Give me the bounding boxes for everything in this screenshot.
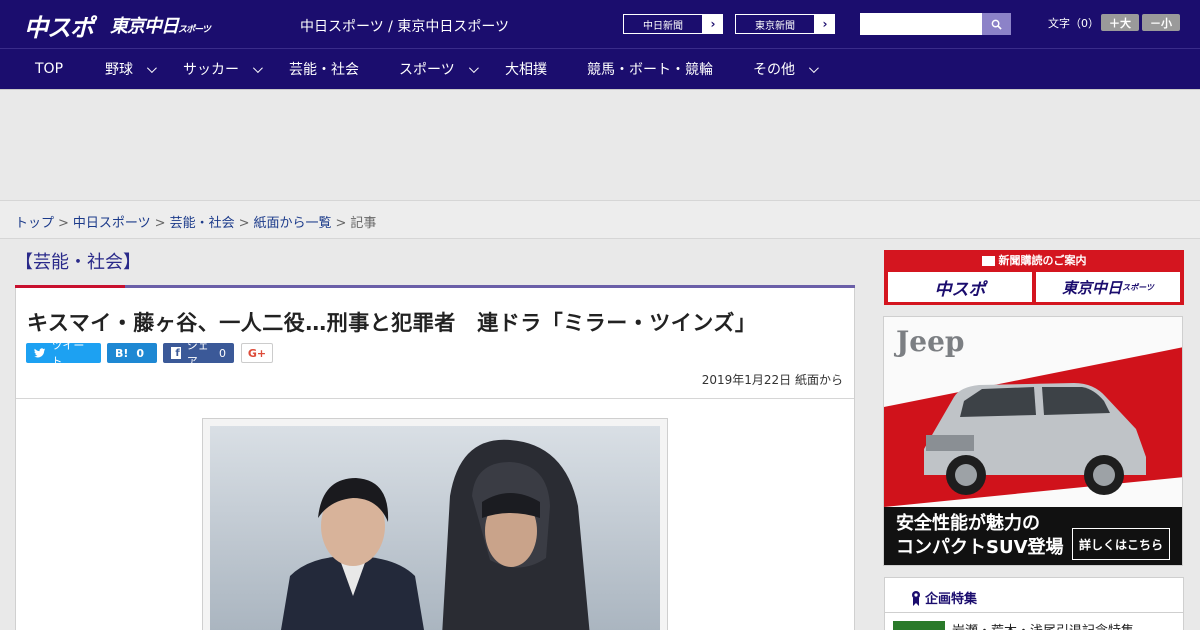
nav-item-label: スポーツ: [399, 62, 455, 78]
nav-item-label: TOP: [35, 61, 64, 77]
subscription-chuspo-logo[interactable]: 中スポ: [888, 272, 1032, 302]
breadcrumb-separator: >: [154, 216, 166, 231]
subscription-title: 新聞購読のご案内: [884, 252, 1184, 268]
hatena-count: 0: [136, 346, 145, 360]
nav-item-label: 競馬・ボート・競輪: [587, 62, 713, 78]
search-button[interactable]: [982, 13, 1011, 35]
chevron-right-icon: ›: [703, 14, 723, 34]
tokyo-shimbun-button[interactable]: 東京新聞 ›: [734, 13, 836, 35]
subscription-tokyo-chunichi-small: スポーツ: [1122, 282, 1154, 292]
nav-item-sports[interactable]: スポーツ: [399, 49, 479, 89]
article-date: 2019年1月22日 紙面から: [701, 373, 843, 387]
nav-item-label: 芸能・社会: [289, 62, 359, 78]
font-size-up-button[interactable]: ＋大: [1101, 14, 1139, 31]
ad-band: [0, 90, 1200, 200]
chunichi-shimbun-label: 中日新聞: [623, 14, 703, 34]
tokyo-shimbun-label: 東京新聞: [735, 14, 815, 34]
breadcrumb-separator: >: [335, 216, 347, 231]
nav-item-racing[interactable]: 競馬・ボート・競輪: [587, 49, 713, 89]
ribbon-icon: [912, 591, 920, 606]
tokyo-chunichi-logo-main: 東京中日: [110, 16, 179, 37]
chevron-down-icon: [252, 62, 263, 73]
newspaper-icon: [981, 256, 995, 266]
feature-thumbnail[interactable]: [893, 621, 945, 630]
jeep-ad-details-button[interactable]: 詳しくはこちら: [1072, 528, 1170, 560]
breadcrumb-newspaper-list[interactable]: 紙面から一覧: [254, 216, 332, 231]
nav-item-top[interactable]: TOP: [35, 49, 63, 89]
nav-item-baseball[interactable]: 野球: [105, 49, 157, 89]
tokyo-chunichi-logo[interactable]: 東京中日スポーツ: [110, 12, 211, 38]
facebook-share-count: 0: [219, 346, 226, 360]
tweet-button[interactable]: ツイート: [26, 339, 101, 368]
nav-item-other[interactable]: その他: [753, 49, 819, 89]
feature-divider: [884, 612, 1184, 613]
breadcrumb-chunichi-sports[interactable]: 中日スポーツ: [73, 216, 151, 231]
chunichi-shimbun-button[interactable]: 中日新聞 ›: [622, 13, 724, 35]
nav-item-label: サッカー: [183, 62, 239, 78]
nav-item-label: 野球: [105, 62, 133, 78]
breadcrumb-separator: >: [58, 216, 69, 231]
facebook-share-label: シェア: [186, 339, 209, 368]
nav-item-sumo[interactable]: 大相撲: [505, 49, 547, 89]
article-divider: [16, 398, 854, 399]
breadcrumb-top[interactable]: トップ: [15, 216, 54, 231]
chevron-right-icon: ›: [815, 14, 835, 34]
nav-item-entertainment[interactable]: 芸能・社会: [289, 49, 359, 89]
jeep-ad-copy-line1: 安全性能が魅力の: [896, 513, 1040, 534]
chevron-down-icon: [146, 62, 157, 73]
category-heading: 【芸能・社会】: [15, 252, 141, 273]
site-name-link[interactable]: 中日スポーツ / 東京中日スポーツ: [300, 16, 509, 36]
hatena-icon: B!: [115, 346, 129, 360]
chuspo-logo[interactable]: 中スポ: [24, 8, 94, 43]
category-rule: [15, 285, 855, 288]
subscription-title-text: 新聞購読のご案内: [998, 254, 1087, 267]
google-plus-button[interactable]: G+: [241, 343, 273, 363]
top-header: 中スポ 東京中日スポーツ 中日スポーツ / 東京中日スポーツ 中日新聞 › 東京…: [0, 0, 1200, 48]
chevron-down-icon: [468, 62, 479, 73]
jeep-ad-copy: 安全性能が魅力の コンパクトSUV登場: [896, 512, 1064, 560]
subscription-tokyo-chunichi-logo[interactable]: 東京中日 スポーツ: [1036, 272, 1180, 302]
feature-item-link[interactable]: 岩瀬・荒木・浅尾引退記念特集: [952, 620, 1134, 630]
feature-title: 企画特集: [910, 588, 977, 607]
twitter-bird-icon: [34, 348, 46, 358]
tokyo-chunichi-logo-small: スポーツ: [178, 25, 211, 35]
breadcrumb-entertainment[interactable]: 芸能・社会: [170, 216, 235, 231]
main-nav: TOP 野球 サッカー 芸能・社会 スポーツ 大相撲 競馬・ボート・競輪 その他: [0, 48, 1200, 90]
subscription-tokyo-chunichi-text: 東京中日: [1062, 278, 1123, 297]
jeep-ad[interactable]: Jeep 安全性能が魅力の コンパクトSUV登場 詳しくはこちら: [883, 316, 1183, 566]
facebook-share-button[interactable]: f シェア 0: [163, 339, 234, 368]
facebook-icon: f: [171, 347, 181, 359]
nav-item-label: その他: [753, 62, 795, 78]
jeep-ad-copy-line2: コンパクトSUV登場: [896, 537, 1064, 558]
article-photo-image: [210, 426, 660, 630]
chevron-down-icon: [808, 62, 819, 73]
article-headline: キスマイ・藤ヶ谷、一人二役…刑事と犯罪者 連ドラ「ミラー・ツインズ」: [27, 311, 757, 335]
feature-title-text: 企画特集: [925, 592, 978, 607]
jeep-logo: Jeep: [896, 325, 965, 358]
font-size-down-button[interactable]: －小: [1142, 14, 1180, 31]
hatena-bookmark-button[interactable]: B! 0: [107, 343, 157, 363]
breadcrumb-current: 記事: [350, 216, 377, 231]
nav-item-soccer[interactable]: サッカー: [183, 49, 263, 89]
font-size-label: 文字（0）: [1048, 17, 1099, 30]
nav-item-label: 大相撲: [505, 62, 547, 78]
search-icon: [991, 19, 1002, 30]
breadcrumb: トップ > 中日スポーツ > 芸能・社会 > 紙面から一覧 > 記事: [0, 200, 1200, 239]
subscription-banner[interactable]: 新聞購読のご案内 中スポ 東京中日 スポーツ: [884, 250, 1184, 305]
article-photo[interactable]: [210, 426, 660, 630]
tweet-label: ツイート: [51, 339, 85, 368]
search-input[interactable]: [860, 13, 982, 35]
breadcrumb-separator: >: [238, 216, 250, 231]
category-rule-accent: [15, 285, 125, 288]
